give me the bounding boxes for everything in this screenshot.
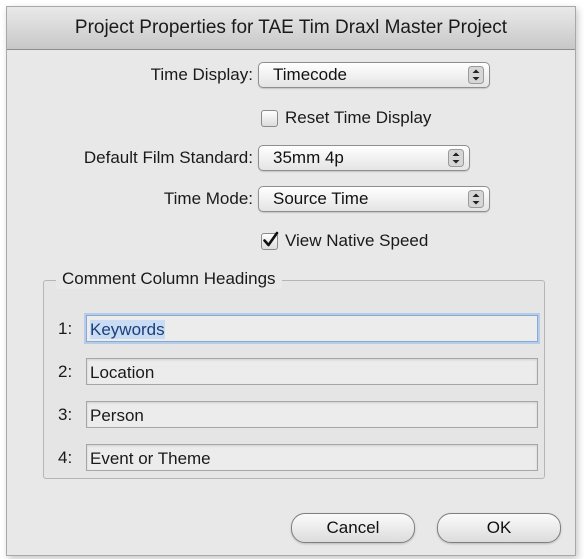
view-native-speed-checkbox[interactable] xyxy=(261,231,279,250)
comment-heading-2-field[interactable]: Location xyxy=(86,358,538,385)
view-native-speed-option[interactable]: View Native Speed xyxy=(261,231,481,253)
film-standard-value: 35mm 4p xyxy=(273,148,344,167)
comment-heading-1-field[interactable]: Keywords xyxy=(86,315,538,342)
reset-time-display-checkbox[interactable] xyxy=(261,110,278,127)
time-mode-label: Time Mode: xyxy=(163,189,253,208)
reset-time-display-label: Reset Time Display xyxy=(285,108,432,127)
up-down-arrows-icon xyxy=(448,149,464,167)
comment-heading-4-field[interactable]: Event or Theme xyxy=(86,444,538,471)
film-standard-label: Default Film Standard: xyxy=(83,148,253,167)
row-number: 3: xyxy=(58,405,73,424)
cancel-button[interactable]: Cancel xyxy=(291,513,415,543)
dialog-title: Project Properties for TAE Tim Draxl Mas… xyxy=(7,7,575,50)
ok-button[interactable]: OK xyxy=(437,513,561,543)
time-display-value: Timecode xyxy=(273,65,348,84)
row-number: 1: xyxy=(58,319,73,338)
view-native-speed-label: View Native Speed xyxy=(285,231,429,250)
up-down-arrows-icon xyxy=(468,190,484,208)
row-number: 2: xyxy=(58,362,73,381)
comment-column-headings-group: Comment Column Headings 1: Keywords 2: L… xyxy=(43,269,545,479)
comment-heading-3-field[interactable]: Person xyxy=(86,401,538,428)
time-display-label: Time Display: xyxy=(150,65,253,84)
checkmark-icon xyxy=(263,231,279,247)
comment-heading-1-value: Keywords xyxy=(90,320,165,339)
reset-time-display-option[interactable]: Reset Time Display xyxy=(261,108,481,130)
time-mode-select[interactable]: Source Time xyxy=(258,186,490,212)
time-display-select[interactable]: Timecode xyxy=(258,62,490,88)
comment-column-headings-title: Comment Column Headings xyxy=(56,269,282,289)
row-number: 4: xyxy=(58,448,73,467)
up-down-arrows-icon xyxy=(468,66,484,84)
project-properties-dialog: Project Properties for TAE Tim Draxl Mas… xyxy=(6,6,576,556)
film-standard-select[interactable]: 35mm 4p xyxy=(258,145,470,171)
time-mode-value: Source Time xyxy=(273,189,369,208)
